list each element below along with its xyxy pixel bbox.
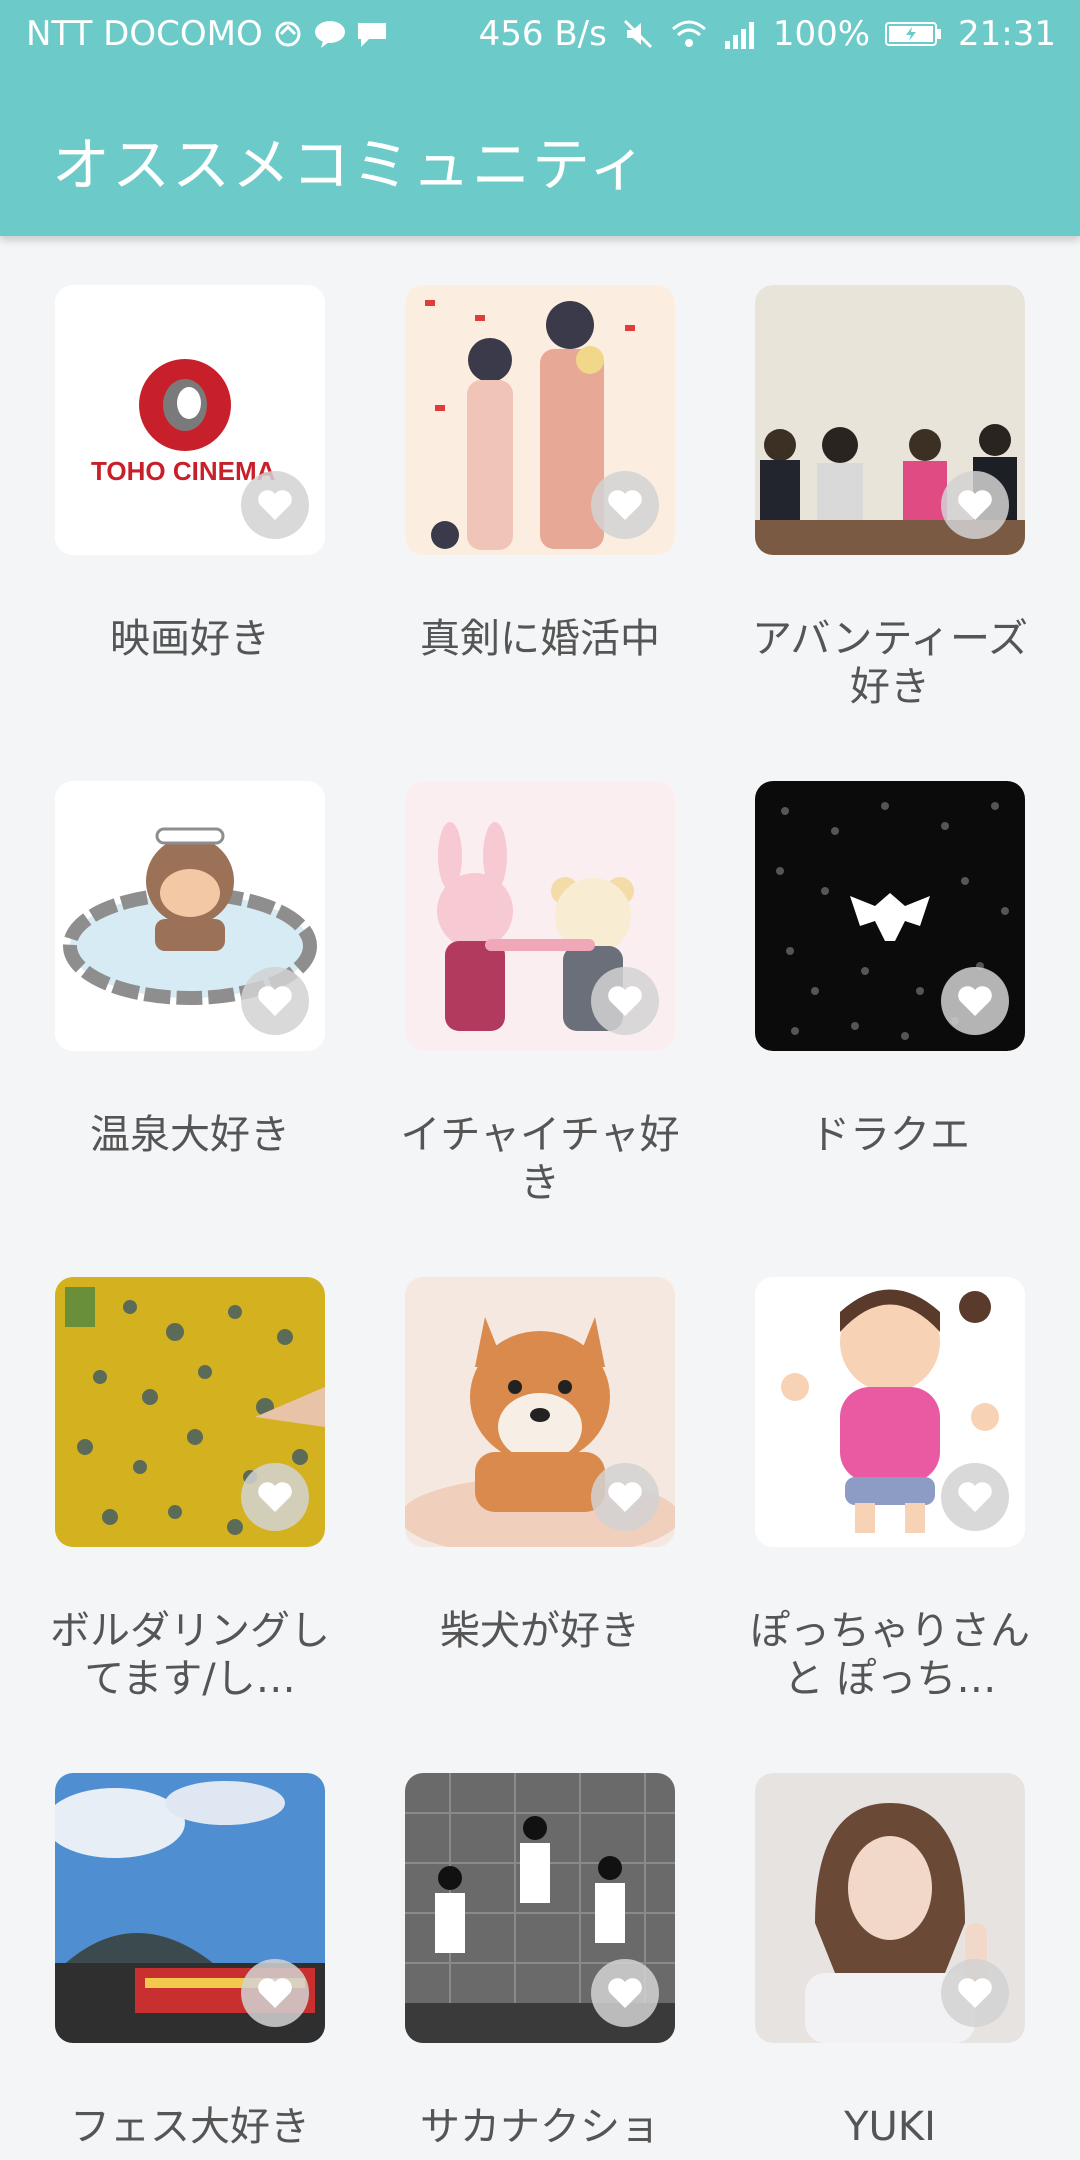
favorite-button[interactable] — [591, 1463, 659, 1531]
community-name: 温泉大好き — [90, 1112, 290, 1158]
community-thumbnail — [755, 1277, 1025, 1547]
community-thumbnail — [755, 1773, 1025, 2043]
community-thumbnail — [55, 781, 325, 1051]
community-name: イチャイチャ好き — [400, 1112, 680, 1206]
page-title: オススメコミュニティ — [52, 131, 649, 199]
community-card[interactable]: フェス大好き — [50, 1773, 350, 2160]
favorite-button[interactable] — [241, 471, 309, 539]
favorite-button[interactable] — [941, 967, 1009, 1035]
community-name: ボルダリングしてます/し… — [50, 1608, 330, 1702]
community-card[interactable]: アバンティーズ好き — [750, 285, 1050, 765]
toho-cinemas-logo-text: TOHO CINEMA — [91, 456, 276, 486]
community-name: サカナクショ — [420, 2104, 660, 2150]
carrier-label: NTT DOCOMO — [26, 14, 263, 54]
chat-app-icon — [355, 19, 389, 49]
community-name: フェス大好き — [70, 2104, 310, 2150]
community-thumbnail: TOHO CINEMA — [55, 285, 325, 555]
app-bar: NTT DOCOMO 456 B/s 100% 21:31 オススメコミュニティ — [0, 0, 1080, 236]
community-thumbnail — [755, 781, 1025, 1051]
favorite-button[interactable] — [591, 967, 659, 1035]
favorite-button[interactable] — [591, 471, 659, 539]
community-card[interactable]: 真剣に婚活中 — [400, 285, 700, 765]
community-thumbnail — [405, 781, 675, 1051]
favorite-button[interactable] — [241, 1463, 309, 1531]
community-thumbnail — [405, 285, 675, 555]
favorite-button[interactable] — [941, 471, 1009, 539]
community-name: ぽっちゃりさん と ぽっち… — [750, 1608, 1030, 1702]
heart-icon — [258, 986, 292, 1016]
community-card[interactable]: イチャイチャ好き — [400, 781, 700, 1261]
heart-icon — [608, 986, 642, 1016]
heart-icon — [258, 1978, 292, 2008]
favorite-button[interactable] — [941, 1959, 1009, 2027]
community-card[interactable]: サカナクショ — [400, 1773, 700, 2160]
community-thumbnail — [55, 1277, 325, 1547]
clock: 21:31 — [958, 14, 1056, 54]
battery-icon — [884, 19, 944, 49]
community-card[interactable]: ドラクエ — [750, 781, 1050, 1261]
community-thumbnail — [405, 1277, 675, 1547]
network-speed: 456 B/s — [478, 14, 607, 54]
favorite-button[interactable] — [591, 1959, 659, 2027]
community-card[interactable]: YUKI — [750, 1773, 1050, 2160]
sync-icon — [271, 17, 305, 51]
community-name: 真剣に婚活中 — [420, 616, 660, 662]
heart-icon — [608, 1978, 642, 2008]
community-name: 映画好き — [110, 616, 270, 662]
community-thumbnail — [405, 1773, 675, 2043]
battery-percent: 100% — [772, 14, 871, 54]
community-card[interactable]: 柴犬が好き — [400, 1277, 700, 1757]
community-card[interactable]: 温泉大好き — [50, 781, 350, 1261]
community-card[interactable]: TOHO CINEMA 映画好き — [50, 285, 350, 765]
favorite-button[interactable] — [241, 1959, 309, 2027]
heart-icon — [958, 490, 992, 520]
community-thumbnail — [55, 1773, 325, 2043]
wifi-icon — [669, 17, 709, 51]
community-name: ドラクエ — [810, 1112, 970, 1158]
favorite-button[interactable] — [241, 967, 309, 1035]
heart-icon — [958, 1482, 992, 1512]
heart-icon — [258, 1482, 292, 1512]
community-thumbnail — [755, 285, 1025, 555]
heart-icon — [608, 490, 642, 520]
community-grid: TOHO CINEMA 映画好き 真剣に婚活中 アバンティーズ好き 温泉大好き … — [0, 236, 1080, 2160]
favorite-button[interactable] — [941, 1463, 1009, 1531]
community-name: 柴犬が好き — [440, 1608, 640, 1654]
heart-icon — [258, 490, 292, 520]
status-bar: NTT DOCOMO 456 B/s 100% 21:31 — [0, 0, 1080, 74]
heart-icon — [958, 1978, 992, 2008]
signal-icon — [723, 17, 759, 51]
community-card[interactable]: ボルダリングしてます/し… — [50, 1277, 350, 1757]
mute-icon — [621, 17, 655, 51]
community-name: YUKI — [844, 2104, 936, 2150]
community-card[interactable]: ぽっちゃりさん と ぽっち… — [750, 1277, 1050, 1757]
heart-icon — [958, 986, 992, 1016]
line-app-icon — [313, 19, 347, 49]
community-name: アバンティーズ好き — [752, 616, 1028, 710]
heart-icon — [608, 1482, 642, 1512]
